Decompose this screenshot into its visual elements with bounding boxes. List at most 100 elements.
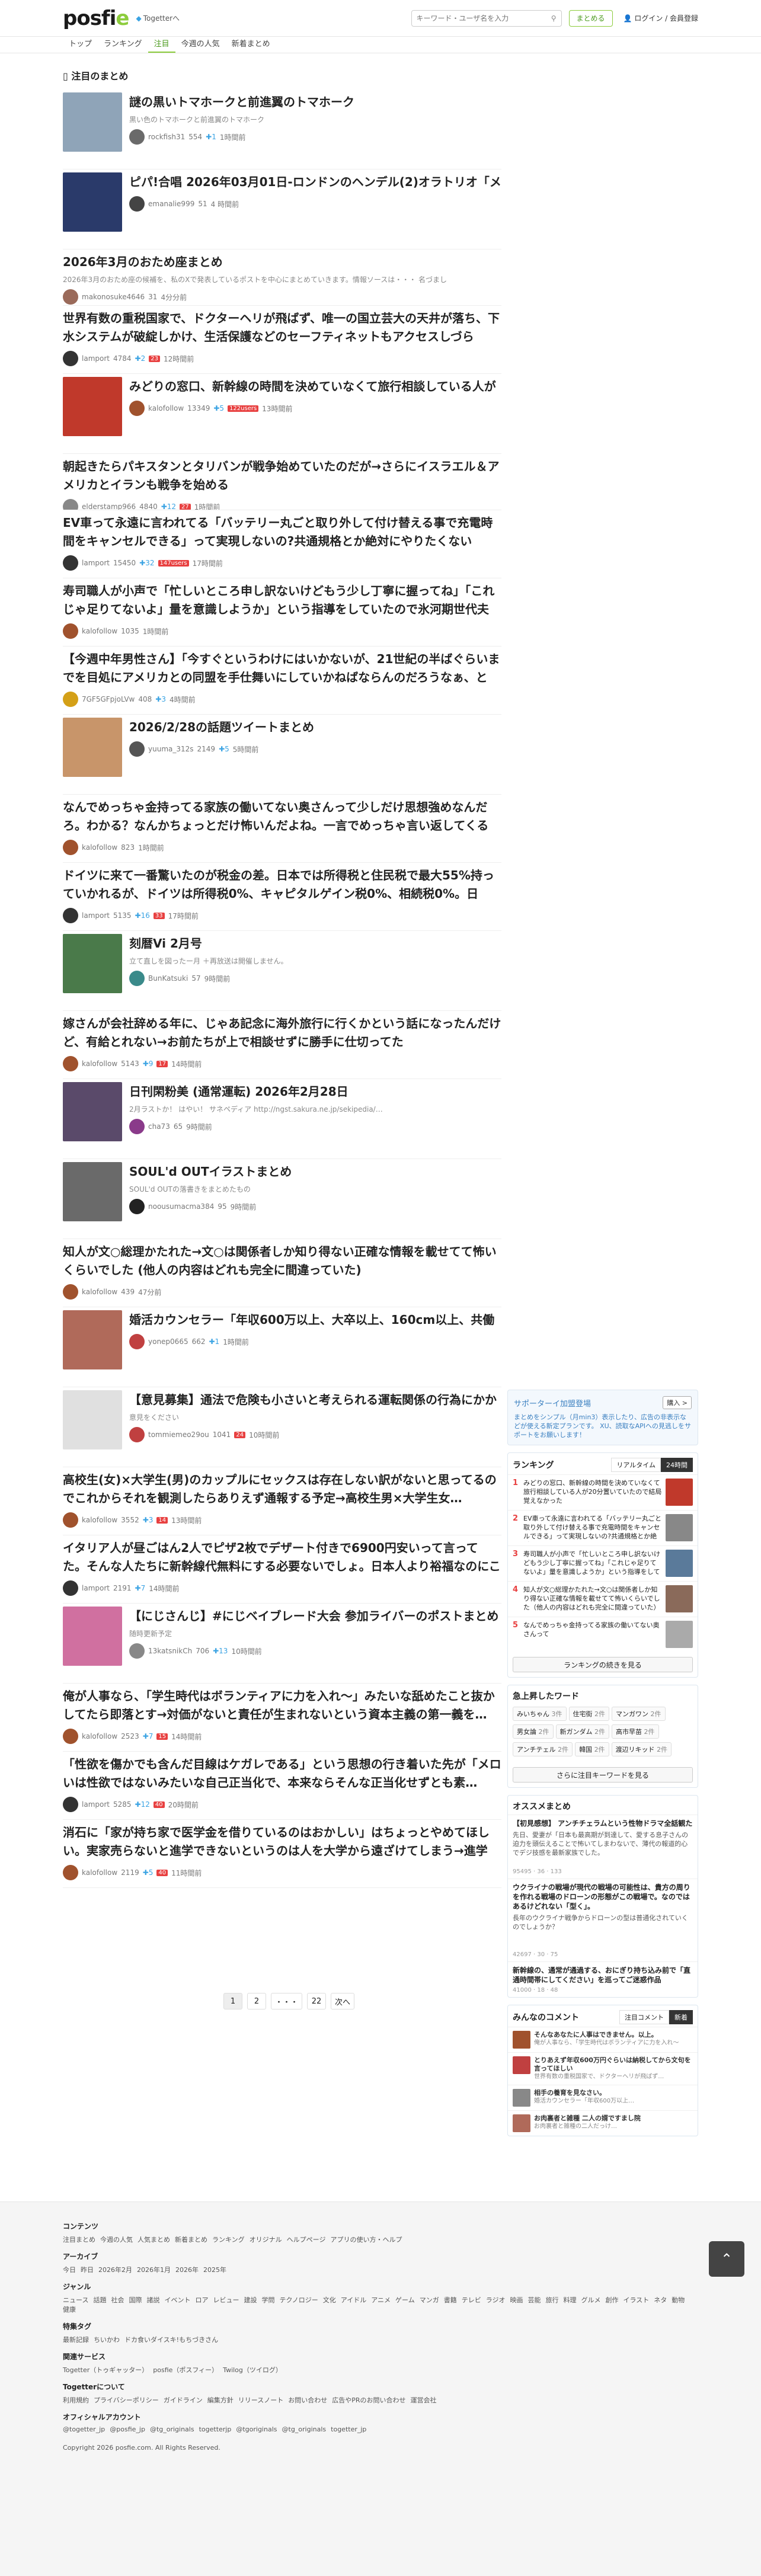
user-avatar[interactable] — [63, 1865, 78, 1880]
footer-link[interactable]: 2026年 — [175, 2265, 199, 2274]
matome-item[interactable]: なんでめっちゃ金持ってる家族の働いてない奥さんって少しだけ思想強めなんだろ。わか… — [63, 795, 501, 863]
user-name[interactable]: kalofollow — [82, 1288, 117, 1296]
supporter-box[interactable]: サポーターイ加盟登場 購入 > まとめをシンプル（月min3）表示したり、広告の非… — [507, 1390, 698, 1445]
user-avatar[interactable] — [129, 741, 145, 757]
item-title[interactable]: 2026/2/28の話題ツイートまとめ — [129, 718, 501, 737]
user-avatar[interactable] — [63, 1797, 78, 1812]
ranking-item[interactable]: 4 知人が文○総理かたれた→文○は関係者しか知り得ない正確な情報を載せてて怖いくら… — [508, 1581, 698, 1617]
search-icon[interactable]: ⚲ — [551, 14, 557, 23]
osusume-title[interactable]: ウクライナの戦場が現代の戦場の可能性は、貴方の周りを作れる戦場のドローンの形態が… — [513, 1883, 693, 1911]
matome-item[interactable]: SOUL'd OUTイラストまとめ SOUL'd OUTの落書きをまとめたもの no… — [63, 1159, 501, 1239]
user-name[interactable]: kalofollow — [148, 404, 184, 412]
tab-4[interactable]: 新着まとめ — [226, 37, 276, 53]
user-name[interactable]: yonep0665 — [148, 1337, 188, 1346]
user-avatar[interactable] — [129, 1427, 145, 1442]
ranking-item[interactable]: 1 みどりの窓口、新幹線の時間を決めていなくて旅行相談している人が20分置いていた… — [508, 1474, 698, 1510]
footer-link[interactable]: 注目まとめ — [63, 2235, 95, 2244]
user-avatar[interactable] — [129, 1199, 145, 1214]
footer-link[interactable]: イベント — [164, 2295, 190, 2305]
item-title[interactable]: 刻暦Vi 2月号 — [129, 935, 501, 953]
thumbnail-image[interactable] — [63, 1390, 122, 1449]
keyword-chip[interactable]: みいちゃん 3件 — [513, 1707, 567, 1721]
thumbnail-image[interactable] — [63, 1162, 122, 1221]
ranking-thumb[interactable] — [666, 1514, 693, 1541]
footer-link[interactable]: 創作 — [605, 2295, 618, 2305]
item-title[interactable]: みどりの窓口、新幹線の時間を決めていなくて旅行相談している人が20分置いていたの… — [129, 377, 501, 396]
item-title[interactable]: 【にじさんじ】#にじベイブレード大会 参加ライバーのポストまとめ — [129, 1607, 501, 1625]
footer-link[interactable]: レビュー — [213, 2295, 239, 2305]
user-name[interactable]: kalofollow — [82, 1868, 117, 1877]
item-title[interactable]: 【今週中年男性さん】「今すぐというわけにはいかないが、21世紀の半ばぐらいまでを… — [63, 650, 501, 687]
footer-link[interactable]: 文化 — [323, 2295, 336, 2305]
matome-item[interactable]: みどりの窓口、新幹線の時間を決めていなくて旅行相談している人が20分置いていたの… — [63, 374, 501, 454]
footer-link[interactable]: アイドル — [341, 2295, 366, 2305]
item-title[interactable]: イタリア人が昼ごはん2人でピザ2枚でデザート付きで6900円安いって言ってた。そ… — [63, 1539, 501, 1576]
tab-1[interactable]: ランキング — [98, 37, 148, 53]
footer-link[interactable]: 動物 — [672, 2295, 685, 2305]
user-name[interactable]: kalofollow — [82, 1732, 117, 1740]
footer-link[interactable]: ドカ食いダイスキ!もちづきさん — [124, 2335, 218, 2344]
user-avatar[interactable] — [63, 908, 78, 923]
item-title[interactable]: 寿司職人が小声で「忙しいところ申し訳ないけどもう少し丁寧に握ってね」「これじゃ足… — [63, 582, 501, 619]
user-name[interactable]: lamport — [82, 911, 110, 920]
togetter-link[interactable]: ◆ Togetterへ — [136, 13, 180, 23]
user-name[interactable]: cha73 — [148, 1122, 170, 1131]
user-name[interactable]: lamport — [82, 354, 110, 363]
user-avatar[interactable] — [129, 971, 145, 986]
comment-source[interactable]: お肉裏者と雑種の二人だっけ… — [534, 2123, 641, 2131]
matome-item[interactable]: ドイツに来て一番驚いたのが税金の差。日本では所得税と住民税で最大55%持っていか… — [63, 863, 501, 931]
matome-item[interactable]: EV車って永遠に言われてる「バッテリー丸ごと取り外して付け替える事で充電時間をキ… — [63, 510, 501, 578]
footer-link[interactable]: togetterjp — [199, 2425, 232, 2433]
user-name[interactable]: kalofollow — [82, 1516, 117, 1524]
keyword-chip[interactable]: 渡辺リキッド 2件 — [611, 1742, 672, 1756]
comment-item[interactable]: そんなあなたに人事はできません。以上。 俺が人事なら、「学生時代はボランティアに力… — [508, 2027, 698, 2052]
keywords-more-button[interactable]: さらに注目キーワードを見る — [513, 1767, 693, 1783]
ranking-more-button[interactable]: ランキングの続きを見る — [513, 1657, 693, 1672]
osusume-item[interactable]: 新幹線の、通常が通過する、おにぎり持ち込み前で「直通時間帯にしてください」を巡っ… — [508, 1961, 698, 1997]
ranking-item[interactable]: 5 なんでめっちゃ金持ってる家族の働いてない奥さんって — [508, 1617, 698, 1652]
footer-link[interactable]: ゲーム — [395, 2295, 415, 2305]
thumbnail-image[interactable] — [63, 934, 122, 993]
tab-2[interactable]: 注目 — [148, 37, 175, 53]
comment-item[interactable]: 相手の養育を見なさい。 婚活カウンセラー「年収600万以上… — [508, 2085, 698, 2110]
matome-item[interactable]: 【今週中年男性さん】「今すぐというわけにはいかないが、21世紀の半ばぐらいまでを… — [63, 647, 501, 715]
page-link[interactable]: 22 — [307, 1993, 327, 2009]
matome-item[interactable]: 2026/2/28の話題ツイートまとめ yuuma_312s 2149 ✚5 5時間前 — [63, 715, 501, 795]
footer-link[interactable]: 話題 — [93, 2295, 106, 2305]
footer-link[interactable]: 社会 — [111, 2295, 124, 2305]
footer-link[interactable]: togetter_jp — [331, 2425, 366, 2433]
page-link[interactable]: 次へ — [331, 1993, 355, 2009]
item-title[interactable]: 謎の黒いトマホークと前進翼のトマホーク — [129, 93, 501, 111]
footer-link[interactable]: 書籍 — [444, 2295, 457, 2305]
user-avatar[interactable] — [63, 692, 78, 707]
item-title[interactable]: 婚活カウンセラー「年収600万以上、大卒以上、160cm以上、共働き、家事一通り… — [129, 1311, 501, 1329]
osusume-item[interactable]: 【初見感想】 アンチチェラムという性物ドラマ全話観た 先日、愛妻が「日本も最高期が… — [508, 1815, 698, 1879]
matome-item[interactable]: 「性欲を傷かでも含んだ目線はケガレである」という思想の行き着いた先が「メロいは性… — [63, 1752, 501, 1820]
posfie-logo[interactable]: posfie — [63, 7, 129, 30]
user-avatar[interactable] — [63, 1512, 78, 1528]
comment-item[interactable]: とりあえず年収600万円ぐらいは納税してから文句を言ってほしい 世界有数の重税国家… — [508, 2052, 698, 2085]
footer-link[interactable]: テレビ — [462, 2295, 481, 2305]
footer-link[interactable]: @posfie_jp — [110, 2425, 145, 2433]
comment-source[interactable]: 俺が人事なら、「学生時代はボランティアに力を入れ〜 — [534, 2039, 679, 2047]
ranking-thumb[interactable] — [666, 1550, 693, 1577]
thumbnail-image[interactable] — [63, 92, 122, 152]
login-link[interactable]: 👤 ログイン / 会員登録 — [623, 13, 698, 23]
footer-link[interactable]: 運営会社 — [411, 2395, 437, 2405]
item-title[interactable]: 知人が文○総理かたれた→文○は関係者しか知り得ない正確な情報を載せてて怖いくらい… — [63, 1243, 501, 1279]
user-avatar[interactable] — [63, 499, 78, 510]
matome-item[interactable]: 婚活カウンセラー「年収600万以上、大卒以上、160cm以上、共働き、家事一通り… — [63, 1307, 501, 1387]
comment-source[interactable]: 世界有数の重税国家で、ドクターヘリが飛ばず… — [534, 2073, 693, 2081]
user-name[interactable]: BunKatsuki — [148, 974, 188, 983]
create-matome-button[interactable]: まとめる — [568, 9, 613, 27]
footer-link[interactable]: 昨日 — [81, 2265, 94, 2274]
footer-link[interactable]: 広告やPRのお問い合わせ — [332, 2395, 405, 2405]
thumbnail-image[interactable] — [63, 1082, 122, 1141]
footer-link[interactable]: Togetter（トゥギャッター） — [63, 2365, 148, 2375]
thumbnail-image[interactable] — [63, 172, 122, 232]
footer-link[interactable]: プライバシーポリシー — [94, 2395, 159, 2405]
footer-link[interactable]: ロア — [195, 2295, 208, 2305]
user-name[interactable]: elderstamp966 — [82, 503, 136, 510]
item-title[interactable]: 朝起きたらパキスタンとタリバンが戦争始めていたのだが→さらにイスラエル＆アメリカ… — [63, 457, 501, 494]
footer-link[interactable]: 建設 — [244, 2295, 257, 2305]
